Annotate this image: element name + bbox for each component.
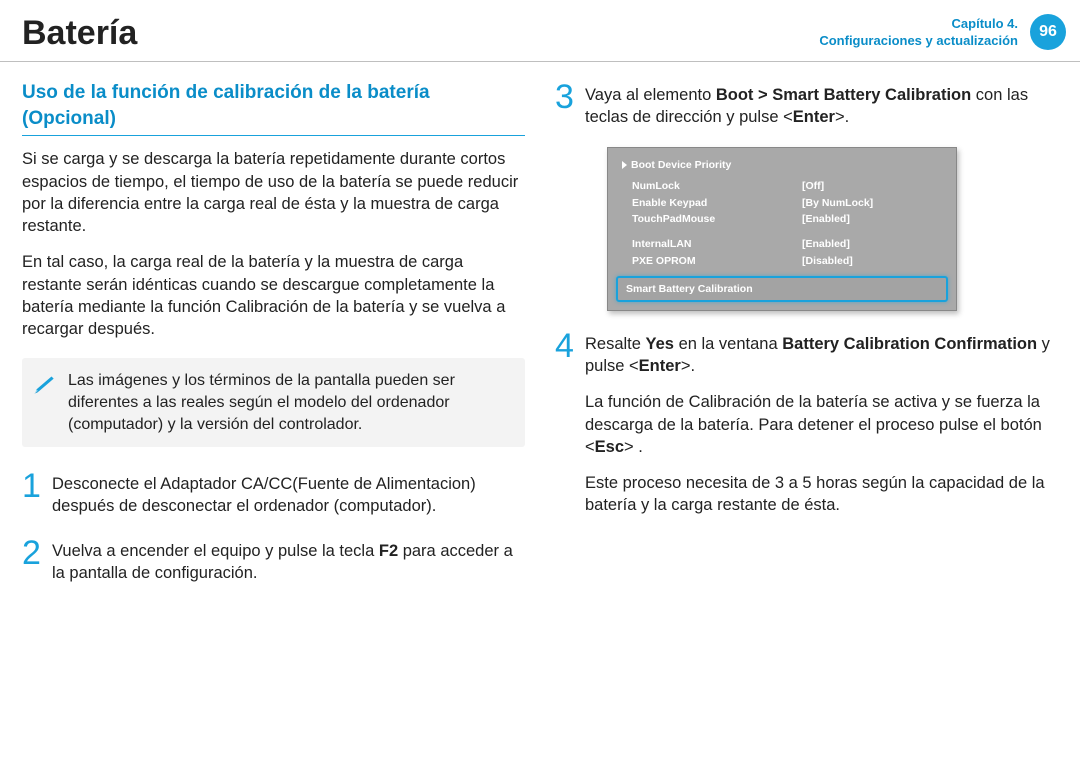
paragraph: La función de Calibración de la batería … bbox=[585, 391, 1058, 458]
bios-row: TouchPadMouse[Enabled] bbox=[622, 211, 942, 228]
bold-key: F2 bbox=[379, 542, 398, 560]
bios-row: InternalLAN[Enabled] bbox=[622, 236, 942, 253]
step-body: Desconecte el Adaptador CA/CC(Fuente de … bbox=[52, 469, 525, 518]
chapter-line2: Configuraciones y actualización bbox=[819, 33, 1018, 50]
bios-heading-text: Boot Device Priority bbox=[631, 159, 731, 171]
step-number: 1 bbox=[22, 469, 52, 518]
step-3: 3 Vaya al elemento Boot > Smart Battery … bbox=[555, 80, 1058, 129]
bios-value: [Off] bbox=[802, 178, 824, 195]
bold-key: Esc bbox=[595, 438, 624, 456]
content-columns: Uso de la función de calibración de la b… bbox=[0, 62, 1080, 602]
bold-key: Enter bbox=[639, 357, 681, 375]
bold-key: Enter bbox=[793, 108, 835, 126]
bios-highlighted-item: Smart Battery Calibration bbox=[616, 276, 948, 302]
text: Resalte bbox=[585, 335, 646, 353]
step-2: 2 Vuelva a encender el equipo y pulse la… bbox=[22, 536, 525, 585]
chapter-line1: Capítulo 4. bbox=[819, 16, 1018, 33]
section-heading: Uso de la función de calibración de la b… bbox=[22, 80, 525, 136]
bios-value: [Disabled] bbox=[802, 253, 853, 270]
bios-inner: Boot Device Priority NumLock[Off] Enable… bbox=[608, 158, 956, 270]
bios-value: [Enabled] bbox=[802, 211, 850, 228]
bios-row: PXE OPROM[Disabled] bbox=[622, 253, 942, 270]
text: Vaya al elemento bbox=[585, 86, 716, 104]
note-icon bbox=[32, 370, 58, 396]
bios-key: Enable Keypad bbox=[632, 195, 802, 212]
text: La función de Calibración de la batería … bbox=[585, 393, 1042, 456]
step-number: 3 bbox=[555, 80, 585, 129]
step-body: Vaya al elemento Boot > Smart Battery Ca… bbox=[585, 80, 1058, 129]
step-number: 2 bbox=[22, 536, 52, 585]
paragraph: Este proceso necesita de 3 a 5 horas seg… bbox=[585, 472, 1058, 517]
step-body: Resalte Yes en la ventana Battery Calibr… bbox=[585, 329, 1058, 531]
bold-yes: Yes bbox=[646, 335, 674, 353]
step-4: 4 Resalte Yes en la ventana Battery Cali… bbox=[555, 329, 1058, 531]
note-text: Las imágenes y los términos de la pantal… bbox=[68, 372, 455, 432]
text: > . bbox=[624, 438, 643, 456]
bios-heading: Boot Device Priority bbox=[622, 158, 942, 172]
bios-key: InternalLAN bbox=[632, 236, 802, 253]
step-number: 4 bbox=[555, 329, 585, 531]
bios-row: Enable Keypad[By NumLock] bbox=[622, 195, 942, 212]
bios-value: [Enabled] bbox=[802, 236, 850, 253]
bios-screenshot: Boot Device Priority NumLock[Off] Enable… bbox=[607, 147, 957, 311]
bold-window: Battery Calibration Confirmation bbox=[782, 335, 1037, 353]
step-body: Vuelva a encender el equipo y pulse la t… bbox=[52, 536, 525, 585]
left-column: Uso de la función de calibración de la b… bbox=[22, 80, 525, 602]
text: >. bbox=[681, 357, 695, 375]
chapter-label: Capítulo 4. Configuraciones y actualizac… bbox=[819, 16, 1018, 50]
paragraph: Resalte Yes en la ventana Battery Calibr… bbox=[585, 333, 1058, 378]
bios-value: [By NumLock] bbox=[802, 195, 873, 212]
paragraph: En tal caso, la carga real de la batería… bbox=[22, 251, 525, 340]
bios-key: PXE OPROM bbox=[632, 253, 802, 270]
paragraph: Si se carga y se descarga la batería rep… bbox=[22, 148, 525, 237]
note-box: Las imágenes y los términos de la pantal… bbox=[22, 358, 525, 447]
page-number-badge: 96 bbox=[1030, 14, 1066, 50]
text: en la ventana bbox=[674, 335, 782, 353]
text: Vuelva a encender el equipo y pulse la t… bbox=[52, 542, 379, 560]
bold-path: Boot > Smart Battery Calibration bbox=[716, 86, 971, 104]
text: >. bbox=[835, 108, 849, 126]
right-column: 3 Vaya al elemento Boot > Smart Battery … bbox=[555, 80, 1058, 602]
triangle-icon bbox=[622, 161, 627, 169]
bios-row: NumLock[Off] bbox=[622, 178, 942, 195]
bios-key: TouchPadMouse bbox=[632, 211, 802, 228]
step-1: 1 Desconecte el Adaptador CA/CC(Fuente d… bbox=[22, 469, 525, 518]
bios-key: NumLock bbox=[632, 178, 802, 195]
